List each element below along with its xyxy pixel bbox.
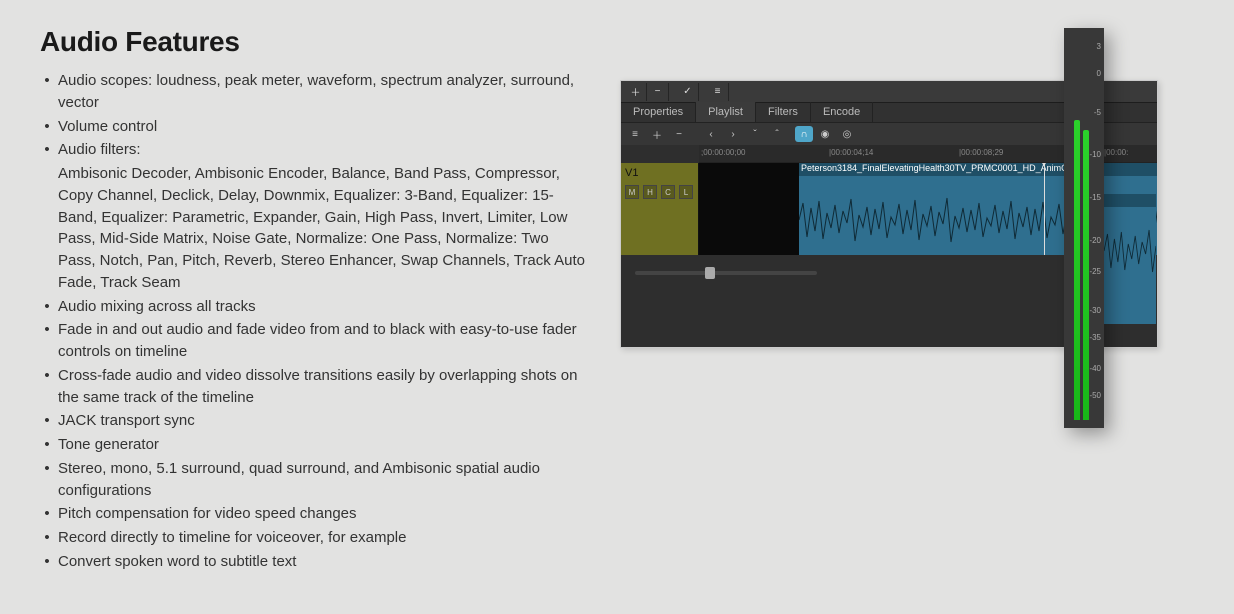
track-btn-l[interactable]: L	[679, 185, 693, 199]
feature-item: JACK transport sync	[58, 410, 590, 432]
track-header[interactable]: V1 MHCL	[621, 163, 699, 255]
ruler-tick: |00:00:04;14	[829, 148, 873, 157]
tab-encode[interactable]: Encode	[811, 102, 873, 122]
remove-icon[interactable]: −	[647, 83, 669, 101]
feature-item: Tone generator	[58, 434, 590, 456]
target-icon[interactable]: ◎	[837, 125, 857, 143]
ruler-tick: |00:00:	[1104, 148, 1128, 157]
meter-tick: 0	[1097, 69, 1101, 78]
chevron-right-icon[interactable]: ›	[723, 125, 743, 143]
chevron-up-icon[interactable]: ˆ	[767, 125, 787, 143]
chevron-down-icon[interactable]: ˇ	[745, 125, 765, 143]
clip-fragment: |00:00:	[1104, 194, 1156, 324]
feature-item: Volume control	[58, 116, 590, 138]
meter-tick: -30	[1089, 306, 1101, 315]
feature-item: Stereo, mono, 5.1 surround, quad surroun…	[58, 458, 590, 502]
tab-properties[interactable]: Properties	[621, 102, 696, 122]
waveform-icon	[1104, 224, 1156, 278]
feature-item: Fade in and out audio and fade video fro…	[58, 319, 590, 363]
track-btn-c[interactable]: C	[661, 185, 675, 199]
ruler-tick: ;00:00:00;00	[701, 148, 745, 157]
menu-icon[interactable]: ≡	[625, 125, 645, 143]
tab-filters[interactable]: Filters	[756, 102, 811, 122]
page-row: Audio Features Audio scopes: loudness, p…	[0, 0, 1234, 575]
meter-bar-left	[1074, 120, 1080, 420]
add-icon[interactable]: ＋	[625, 83, 647, 101]
track-btn-m[interactable]: M	[625, 185, 639, 199]
meter-tick: -15	[1089, 193, 1101, 202]
ruler-tick: |00:00:08;29	[959, 148, 1003, 157]
meter-tick: -5	[1094, 108, 1101, 117]
track-btn-h[interactable]: H	[643, 185, 657, 199]
meter-tick: -40	[1089, 364, 1101, 373]
chevron-left-icon[interactable]: ‹	[701, 125, 721, 143]
meter-tick: -35	[1089, 333, 1101, 342]
feature-item: Audio scopes: loudness, peak meter, wave…	[58, 70, 590, 114]
section-title: Audio Features	[40, 26, 590, 58]
feature-item: Cross-fade audio and video dissolve tran…	[58, 365, 590, 409]
filters-desc: Ambisonic Decoder, Ambisonic Encoder, Ba…	[58, 163, 590, 294]
feature-item: Record directly to timeline for voiceove…	[58, 527, 590, 549]
meter-tick: 3	[1097, 42, 1101, 51]
playhead[interactable]	[1044, 163, 1045, 255]
zoom-slider-thumb[interactable]	[705, 267, 715, 279]
feature-list: Audio scopes: loudness, peak meter, wave…	[58, 70, 590, 573]
meter-scale: 3 0 -5 -10 -15 -20 -25 -30 -35 -40 -50	[1087, 34, 1101, 422]
feature-item: Audio mixing across all tracks	[58, 296, 590, 318]
visibility-icon[interactable]: ◉	[815, 125, 835, 143]
check-icon[interactable]: ✓	[677, 83, 699, 101]
magnet-icon[interactable]: ∩	[795, 126, 813, 142]
feature-item: Pitch compensation for video speed chang…	[58, 503, 590, 525]
tab-playlist[interactable]: Playlist	[696, 102, 756, 122]
meter-tick: -20	[1089, 236, 1101, 245]
track-name: V1	[625, 167, 694, 179]
editor-column: ＋ − ✓ ≡ PropertiesPlaylistFiltersEncode …	[620, 80, 1160, 575]
audio-meter-panel: 3 0 -5 -10 -15 -20 -25 -30 -35 -40 -50	[1064, 28, 1104, 428]
remove-icon[interactable]: −	[669, 125, 689, 143]
track-buttons: MHCL	[625, 185, 694, 199]
feature-item: Convert spoken word to subtitle text	[58, 551, 590, 573]
text-column: Audio Features Audio scopes: loudness, p…	[40, 26, 590, 575]
meter-tick: -10	[1089, 150, 1101, 159]
meter-tick: -25	[1089, 267, 1101, 276]
feature-item: Audio filters:Ambisonic Decoder, Ambison…	[58, 139, 590, 293]
menu-icon[interactable]: ≡	[707, 83, 729, 101]
meter-tick: -50	[1089, 391, 1101, 400]
add-icon[interactable]: ＋	[647, 125, 667, 143]
clip-empty[interactable]	[699, 163, 799, 255]
